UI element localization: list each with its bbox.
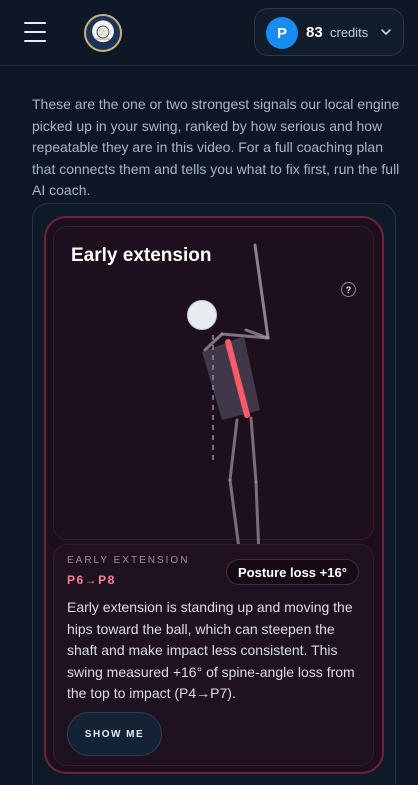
credits-label: credits bbox=[330, 25, 369, 40]
finding-title: Early extension bbox=[71, 245, 212, 266]
hamburger-menu-icon[interactable] bbox=[22, 20, 48, 44]
credits-count: 83 bbox=[306, 24, 323, 41]
golf-ball-icon bbox=[96, 25, 110, 40]
finding-kicker: EARLY EXTENSION bbox=[67, 555, 190, 566]
logo[interactable] bbox=[84, 14, 122, 52]
finding-description: Early extension is standing up and movin… bbox=[67, 599, 355, 701]
credits-button[interactable]: P 83 credits bbox=[254, 8, 404, 56]
finding-phase: P6→P8 bbox=[67, 573, 116, 587]
help-icon[interactable]: ? bbox=[341, 282, 356, 297]
avatar: P bbox=[266, 17, 298, 49]
chevron-down-icon bbox=[381, 29, 391, 35]
top-bar: P 83 credits bbox=[0, 0, 418, 66]
swing-visualization bbox=[53, 226, 374, 540]
intro-text: These are the one or two strongest signa… bbox=[32, 96, 400, 198]
show-me-button[interactable]: SHOW ME bbox=[67, 712, 162, 756]
metric-badge: Posture loss +16° bbox=[226, 559, 359, 585]
